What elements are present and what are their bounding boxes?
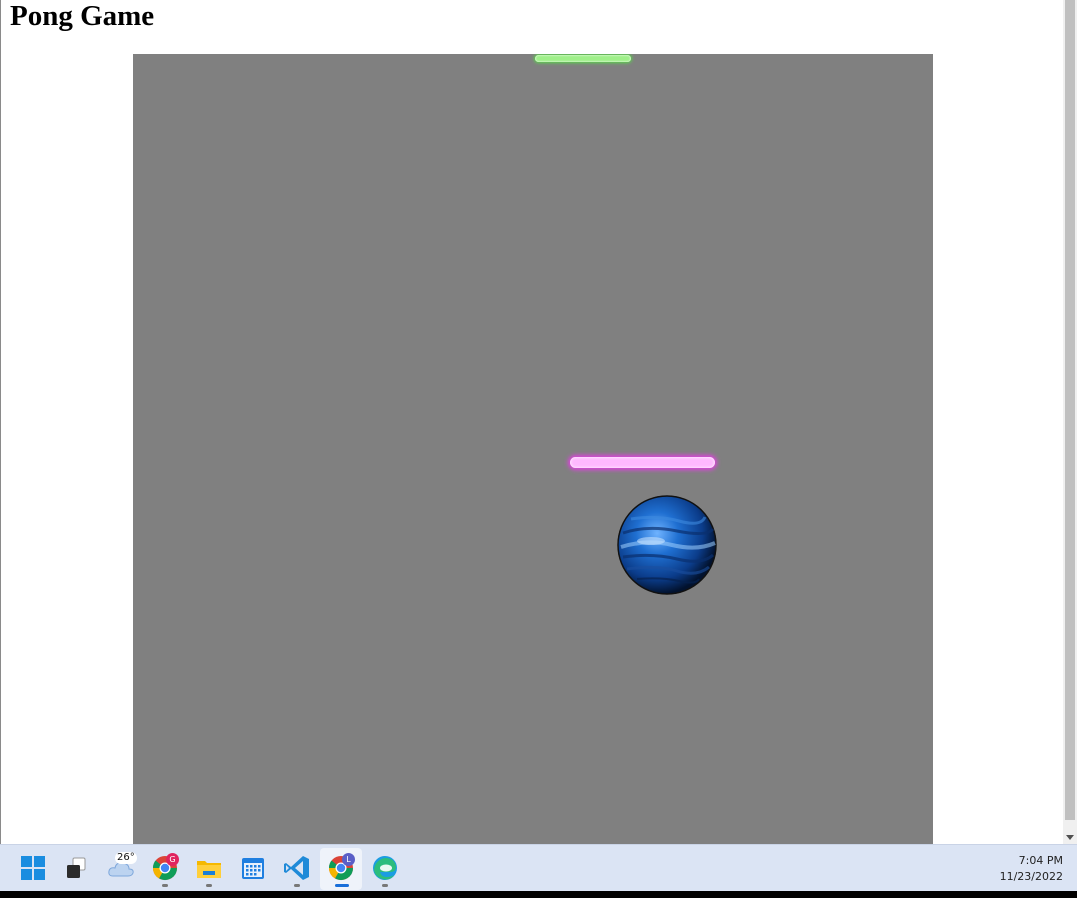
scrollbar-thumb[interactable] (1065, 0, 1075, 820)
vertical-scrollbar[interactable] (1063, 0, 1077, 844)
profile-badge-l: L (342, 853, 355, 866)
taskbar-chrome-g[interactable]: G (149, 852, 181, 887)
start-button[interactable] (17, 852, 49, 884)
scroll-down-arrow-icon[interactable] (1066, 835, 1074, 840)
ball (617, 495, 717, 595)
vscode-icon (284, 856, 309, 880)
screen-bottom-edge (0, 891, 1077, 898)
weather-temperature: 26° (115, 852, 137, 864)
weather-widget[interactable]: 26° (105, 852, 137, 884)
game-canvas[interactable] (133, 54, 933, 844)
task-view-button[interactable] (61, 852, 93, 884)
active-indicator (335, 884, 349, 887)
taskbar-file-explorer[interactable] (193, 852, 225, 887)
taskbar-chrome-l[interactable]: L (320, 848, 362, 890)
browser-viewport: Pong Game (0, 0, 1064, 844)
edge-icon (373, 856, 397, 880)
system-clock[interactable]: 7:04 PM 11/23/2022 (1000, 853, 1063, 885)
folder-icon (197, 861, 221, 878)
clock-date: 11/23/2022 (999, 870, 1063, 883)
profile-badge-g: G (166, 853, 179, 866)
bottom-paddle[interactable] (570, 457, 715, 468)
task-view-icon (67, 857, 86, 878)
top-paddle (535, 55, 631, 62)
clock-time: 7:04 PM (1018, 854, 1063, 867)
taskbar: 26° G L 7:04 PM 11/23/2022 (0, 844, 1077, 892)
taskbar-edge[interactable] (369, 852, 401, 887)
running-indicator (162, 884, 168, 887)
calendar-icon (242, 858, 264, 879)
taskbar-calendar[interactable] (237, 852, 269, 884)
taskbar-vscode[interactable] (281, 852, 313, 887)
running-indicator (206, 884, 212, 887)
running-indicator (294, 884, 300, 887)
page-title: Pong Game (10, 0, 155, 32)
windows-logo-icon (21, 856, 45, 880)
running-indicator (382, 884, 388, 887)
